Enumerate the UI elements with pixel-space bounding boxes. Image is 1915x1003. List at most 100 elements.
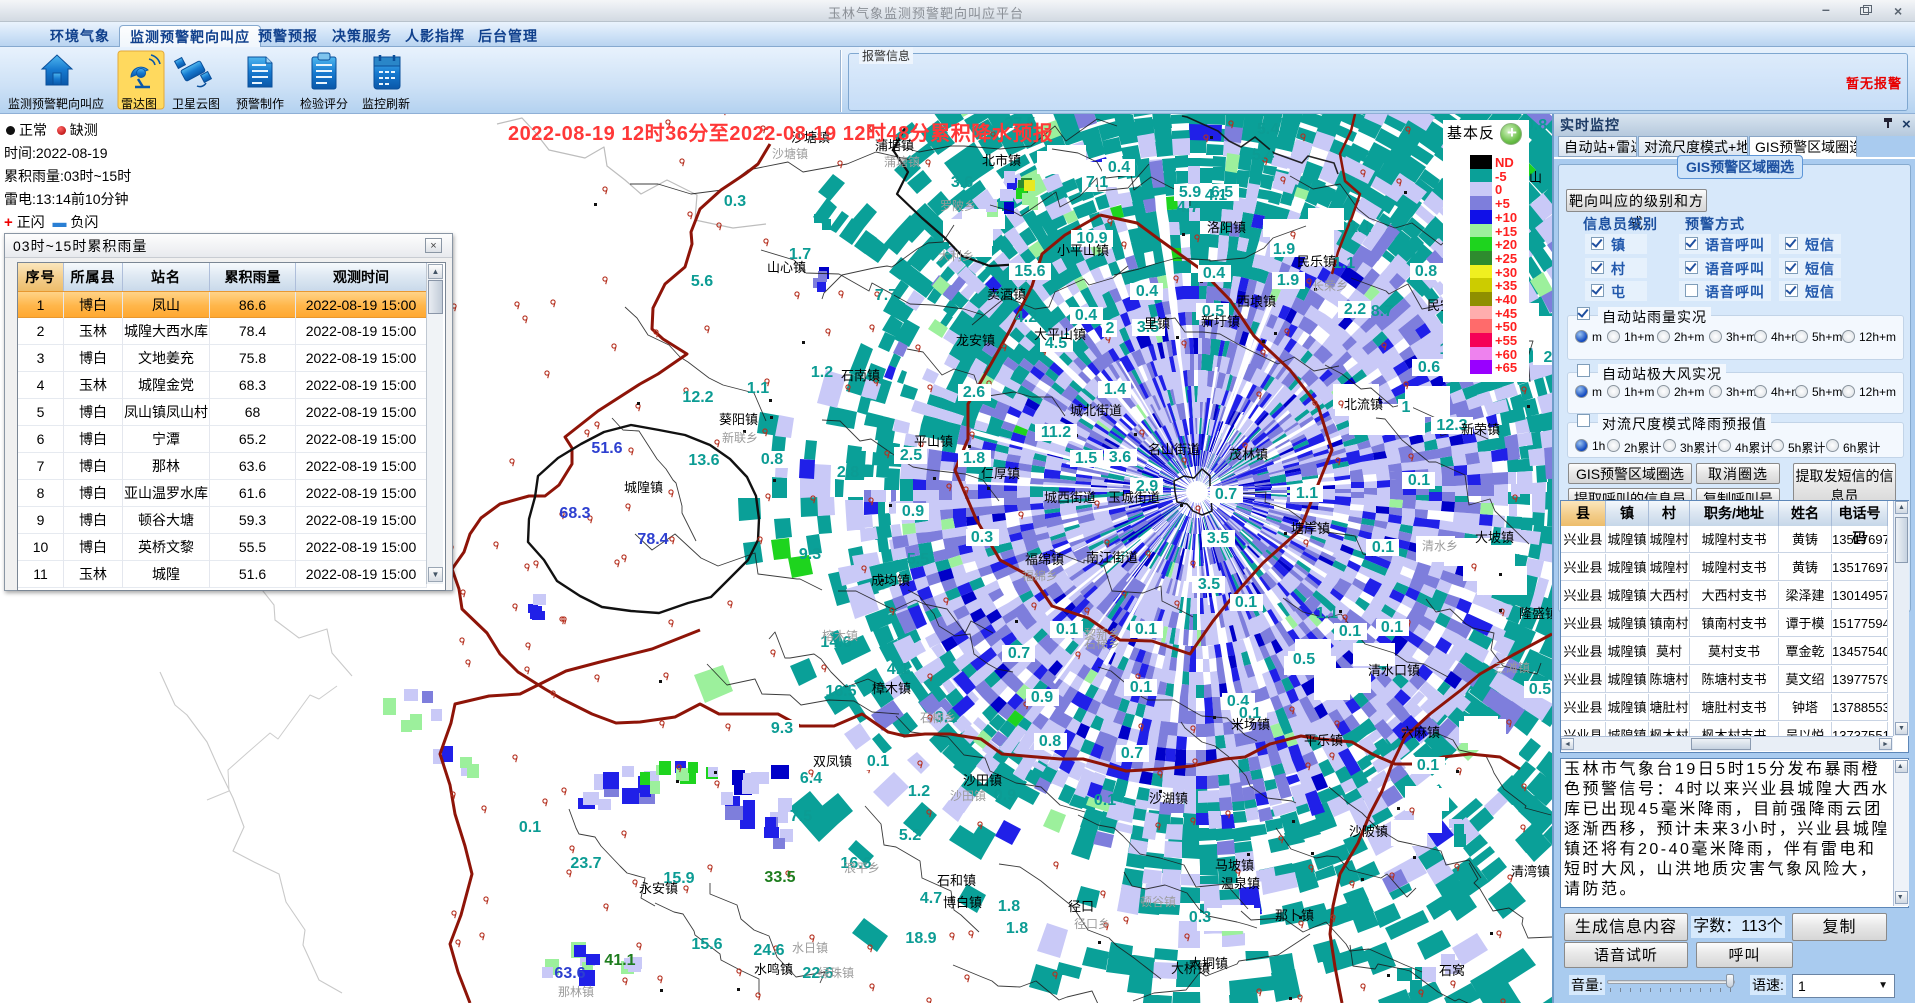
- svg-text:3.5: 3.5: [1198, 576, 1220, 593]
- svg-text:三滩镇: 三滩镇: [1494, 661, 1530, 675]
- svg-text:水日镇: 水日镇: [792, 941, 828, 955]
- svg-text:5.5: 5.5: [907, 551, 929, 568]
- svg-text:0.1: 0.1: [1130, 679, 1152, 696]
- svg-text:山心镇: 山心镇: [767, 260, 806, 275]
- svg-text:6.4: 6.4: [800, 770, 822, 787]
- svg-text:黎新乡: 黎新乡: [1084, 626, 1120, 641]
- svg-text:清水乡: 清水乡: [1422, 539, 1458, 553]
- svg-text:8.7: 8.7: [1371, 303, 1393, 320]
- svg-text:5.4: 5.4: [1252, 147, 1274, 164]
- svg-text:仁厚镇: 仁厚镇: [981, 466, 1020, 481]
- svg-text:4.1: 4.1: [887, 661, 909, 678]
- svg-text:0.9: 0.9: [902, 503, 924, 520]
- svg-text:2.2: 2.2: [1344, 301, 1366, 318]
- svg-text:7.1: 7.1: [1086, 174, 1108, 191]
- svg-text:0.8: 0.8: [761, 451, 783, 468]
- svg-text:玉城街道: 玉城街道: [1108, 490, 1160, 505]
- svg-text:1.1: 1.1: [1296, 485, 1318, 502]
- svg-text:51.6: 51.6: [591, 440, 622, 457]
- svg-text:13.6: 13.6: [688, 452, 719, 469]
- svg-text:水鸣镇: 水鸣镇: [754, 962, 793, 977]
- svg-text:2.5: 2.5: [900, 447, 922, 464]
- svg-text:2.6: 2.6: [963, 384, 985, 401]
- svg-text:博白镇: 博白镇: [943, 895, 982, 910]
- svg-text:山: 山: [1529, 170, 1542, 185]
- svg-text:新联乡: 新联乡: [722, 430, 758, 445]
- svg-text:5.4: 5.4: [1257, 121, 1279, 138]
- svg-text:成均镇: 成均镇: [871, 573, 910, 588]
- svg-text:7.5: 7.5: [790, 808, 812, 825]
- svg-text:2: 2: [1106, 320, 1115, 337]
- svg-text:41.1: 41.1: [604, 952, 635, 969]
- svg-text:12.2: 12.2: [682, 389, 713, 406]
- svg-text:0.1: 0.1: [1056, 621, 1078, 638]
- svg-text:0.1: 0.1: [519, 819, 541, 836]
- svg-text:北市镇: 北市镇: [982, 153, 1021, 168]
- svg-text:平乐镇: 平乐镇: [1304, 733, 1343, 748]
- svg-text:沙湖镇: 沙湖镇: [1149, 791, 1188, 806]
- svg-text:茂林镇: 茂林镇: [1229, 447, 1268, 462]
- svg-text:永安镇: 永安镇: [639, 881, 678, 896]
- svg-text:0.1: 0.1: [1408, 472, 1430, 489]
- svg-text:5.2: 5.2: [899, 827, 921, 844]
- svg-text:0.1: 0.1: [1135, 621, 1157, 638]
- svg-text:0.4: 0.4: [1075, 307, 1097, 324]
- svg-text:那卜镇: 那卜镇: [1275, 908, 1314, 923]
- svg-text:1.5: 1.5: [1075, 450, 1097, 467]
- svg-text:0.3: 0.3: [1189, 909, 1211, 926]
- svg-text:长荣乡: 长荣乡: [1312, 279, 1348, 293]
- svg-text:名山街道: 名山街道: [1148, 442, 1200, 457]
- svg-text:0.4: 0.4: [1108, 159, 1130, 176]
- svg-text:4.7: 4.7: [920, 890, 942, 907]
- svg-text:石南镇: 石南镇: [841, 368, 880, 383]
- svg-text:2.8: 2.8: [837, 464, 859, 481]
- svg-text:3.5: 3.5: [1207, 530, 1229, 547]
- svg-text:城隍镇: 城隍镇: [624, 480, 663, 495]
- svg-text:33.5: 33.5: [764, 869, 795, 886]
- svg-text:4.1: 4.1: [1205, 187, 1227, 204]
- svg-text:1: 1: [1402, 399, 1411, 416]
- svg-text:11.2: 11.2: [1041, 424, 1071, 441]
- svg-text:9.3: 9.3: [771, 720, 793, 737]
- svg-text:0.1: 0.1: [1381, 619, 1403, 636]
- svg-text:4.7: 4.7: [1177, 199, 1199, 216]
- svg-text:0.1: 0.1: [867, 753, 889, 770]
- svg-text:温泉镇: 温泉镇: [1221, 876, 1260, 891]
- svg-text:1.1: 1.1: [1349, 219, 1371, 236]
- svg-text:顿谷镇: 顿谷镇: [1140, 895, 1176, 909]
- svg-text:大桥镇: 大桥镇: [1171, 961, 1210, 976]
- svg-text:西埌镇: 西埌镇: [1237, 294, 1276, 309]
- svg-text:石柳乡: 石柳乡: [920, 711, 956, 725]
- svg-text:蒲塘镇: 蒲塘镇: [884, 154, 920, 169]
- svg-text:0.9: 0.9: [994, 787, 1016, 804]
- svg-text:大坡镇: 大坡镇: [1475, 530, 1514, 545]
- svg-text:0.1: 0.1: [1235, 594, 1257, 611]
- svg-text:15.6: 15.6: [691, 936, 722, 953]
- svg-text:1.9: 1.9: [1277, 272, 1299, 289]
- svg-text:7.7: 7.7: [875, 287, 897, 304]
- svg-text:1.9: 1.9: [1273, 241, 1295, 258]
- svg-text:新圩镇: 新圩镇: [1201, 314, 1240, 329]
- svg-text:1.1: 1.1: [747, 380, 769, 397]
- svg-text:塘岸镇: 塘岸镇: [1291, 521, 1330, 536]
- svg-text:榕木镇: 榕木镇: [822, 628, 858, 643]
- svg-text:3.6: 3.6: [1109, 449, 1131, 466]
- svg-text:平山镇: 平山镇: [914, 434, 953, 449]
- svg-text:清湾镇: 清湾镇: [1511, 864, 1550, 879]
- svg-text:0.4: 0.4: [1136, 283, 1158, 300]
- svg-text:沙田镇: 沙田镇: [963, 773, 1002, 788]
- svg-text:沙田镇: 沙田镇: [950, 789, 986, 803]
- svg-text:0.7: 0.7: [1008, 645, 1030, 662]
- svg-text:1.1: 1.1: [1333, 255, 1355, 272]
- svg-text:0.1: 0.1: [1417, 757, 1439, 774]
- svg-text:1.4: 1.4: [1104, 381, 1126, 398]
- svg-text:3.6: 3.6: [951, 174, 973, 191]
- svg-text:0.1: 0.1: [1372, 539, 1394, 556]
- svg-text:0.5: 0.5: [1529, 681, 1551, 698]
- svg-text:1.2: 1.2: [811, 364, 833, 381]
- svg-text:城北街道: 城北街道: [1070, 403, 1122, 418]
- svg-text:民乐镇: 民乐镇: [1297, 254, 1336, 269]
- svg-text:4.2: 4.2: [1015, 309, 1037, 326]
- svg-text:南江街道: 南江街道: [1086, 550, 1138, 565]
- svg-text:浪平乡: 浪平乡: [844, 860, 880, 875]
